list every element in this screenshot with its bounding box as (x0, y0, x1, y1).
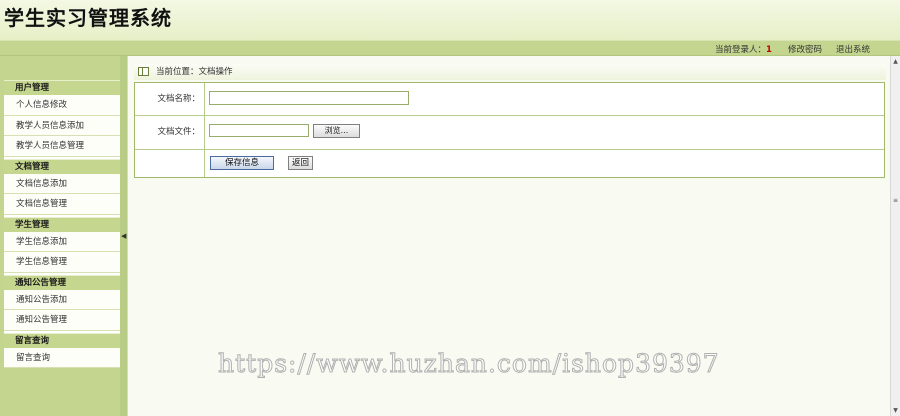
scroll-up-icon[interactable]: ▲ (892, 57, 899, 66)
scroll-thumb[interactable]: ≡ (892, 196, 899, 206)
actions-cell: 保存信息 返回 (206, 150, 884, 177)
menu-group-user: 用户管理 个人信息修改 教学人员信息添加 教学人员信息管理 (4, 80, 120, 157)
menu-item-notice-manage[interactable]: 通知公告管理 (4, 310, 120, 331)
login-user: 1 (766, 45, 772, 55)
doc-file-label: 文档文件： (135, 116, 205, 149)
menu-item-notice-add[interactable]: 通知公告添加 (4, 289, 120, 310)
vertical-scrollbar[interactable]: ▲ ≡ ▼ (890, 56, 900, 416)
app-title: 学生实习管理系统 (4, 6, 172, 30)
breadcrumb-text: 当前位置：文档操作 (156, 67, 233, 77)
menu-group-message: 留言查询 留言查询 (4, 332, 120, 368)
menu-item-teacher-manage[interactable]: 教学人员信息管理 (4, 136, 120, 157)
top-bar: 当前登录人：1 修改密码 退出系统 (0, 41, 900, 56)
menu-item-message-query[interactable]: 留言查询 (4, 347, 120, 368)
doc-name-label: 文档名称： (135, 83, 205, 115)
menu-header-student[interactable]: 学生管理 (4, 216, 120, 232)
form-row-file: 文档文件： 浏览... (135, 116, 884, 150)
menu-item-student-manage[interactable]: 学生信息管理 (4, 252, 120, 273)
sidebar-splitter[interactable]: ◀ (120, 56, 127, 416)
actions-label-cell (135, 150, 205, 177)
form-row-actions: 保存信息 返回 (135, 150, 884, 177)
doc-name-input[interactable] (209, 91, 409, 105)
change-password-link[interactable]: 修改密码 (788, 43, 822, 55)
sidebar-menu: 用户管理 个人信息修改 教学人员信息添加 教学人员信息管理 文档管理 文档信息添… (4, 80, 120, 368)
menu-header-user[interactable]: 用户管理 (4, 80, 120, 95)
document-form: 文档名称： 文档文件： 浏览... 保存信息 返回 (134, 82, 885, 178)
menu-item-student-add[interactable]: 学生信息添加 (4, 231, 120, 252)
collapse-arrow-icon[interactable]: ◀ (121, 231, 126, 241)
user-info: 当前登录人：1 修改密码 退出系统 (715, 43, 870, 55)
header-banner: 学生实习管理系统 (0, 0, 900, 41)
doc-file-input[interactable] (209, 124, 309, 137)
doc-file-cell: 浏览... (206, 116, 884, 149)
menu-group-document: 文档管理 文档信息添加 文档信息管理 (4, 158, 120, 215)
menu-header-message[interactable]: 留言查询 (4, 332, 120, 348)
window-icon (138, 67, 149, 76)
scroll-down-icon[interactable]: ▼ (892, 406, 899, 415)
watermark-text: https://www.huzhan.com/ishop39397 (218, 349, 720, 379)
menu-group-student: 学生管理 学生信息添加 学生信息管理 (4, 216, 120, 273)
menu-group-notice: 通知公告管理 通知公告添加 通知公告管理 (4, 274, 120, 331)
menu-header-notice[interactable]: 通知公告管理 (4, 274, 120, 290)
menu-item-profile-edit[interactable]: 个人信息修改 (4, 95, 120, 116)
back-button[interactable]: 返回 (288, 156, 313, 170)
browse-button[interactable]: 浏览... (313, 124, 360, 138)
login-label: 当前登录人： (715, 45, 767, 55)
menu-item-teacher-add[interactable]: 教学人员信息添加 (4, 115, 120, 136)
doc-name-cell (206, 83, 884, 115)
menu-header-document[interactable]: 文档管理 (4, 158, 120, 174)
menu-item-document-add[interactable]: 文档信息添加 (4, 173, 120, 194)
menu-item-document-manage[interactable]: 文档信息管理 (4, 194, 120, 215)
breadcrumb: 当前位置：文档操作 (134, 64, 886, 80)
form-row-name: 文档名称： (135, 83, 884, 116)
logout-link[interactable]: 退出系统 (836, 43, 870, 55)
save-button[interactable]: 保存信息 (210, 156, 274, 170)
